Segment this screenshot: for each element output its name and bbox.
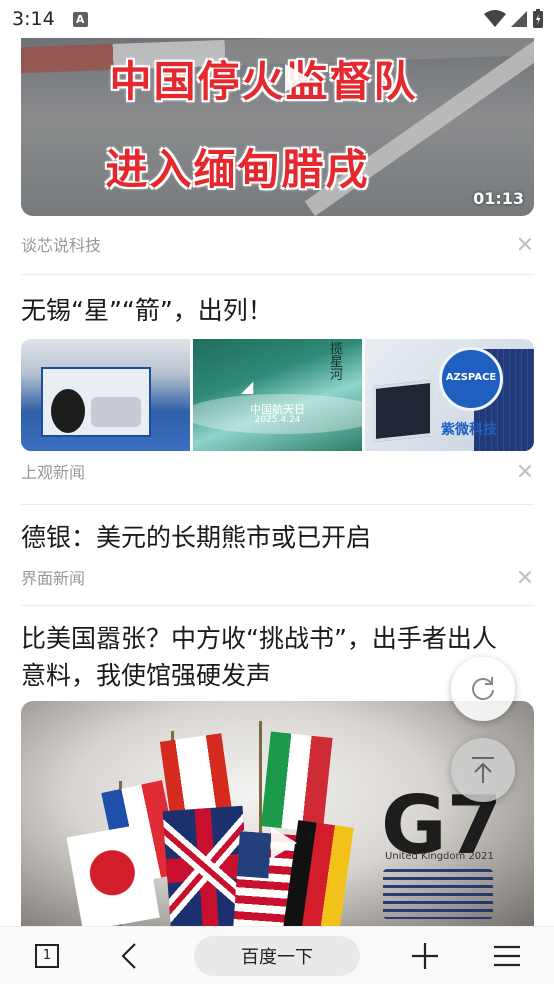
logo-icon: ◢	[241, 377, 254, 396]
status-time: 3:14	[12, 8, 55, 30]
article-source[interactable]: 上观新闻	[21, 459, 85, 483]
flag-italy	[261, 731, 333, 833]
play-icon[interactable]	[259, 821, 303, 865]
image-caption-date: 2025.4.24	[254, 415, 301, 425]
wifi-icon	[484, 10, 506, 27]
article-image[interactable]	[21, 339, 190, 451]
article-meta-row: 上观新闻	[21, 459, 534, 483]
tab-count-icon: 1	[35, 943, 59, 968]
article-meta-row: 界面新闻	[21, 565, 534, 589]
menu-button[interactable]	[490, 939, 524, 973]
chevron-left-icon	[121, 942, 136, 969]
play-icon[interactable]	[275, 58, 315, 98]
article-source[interactable]: 界面新闻	[21, 565, 85, 589]
refresh-button[interactable]	[451, 657, 515, 721]
g7-logo-subtitle: United Kingdom 2021	[385, 851, 494, 862]
article-image[interactable]: AZSPACE 紫微科技	[365, 339, 534, 451]
video-duration: 01:13	[473, 189, 524, 208]
azspace-logo: AZSPACE	[439, 347, 503, 411]
refresh-icon	[472, 677, 494, 701]
status-bar: 3:14 A	[0, 0, 554, 38]
image-brand-text: 紫微科技	[441, 422, 497, 438]
menu-icon	[494, 945, 520, 966]
article-video-thumbnail[interactable]: G7 United Kingdom 2021	[21, 701, 534, 926]
signal-icon	[511, 11, 527, 27]
article-meta-row: 谈芯说科技	[21, 232, 534, 256]
top-video-thumbnail[interactable]: 中国停火监督队 进入缅甸腊戌 01:13	[21, 38, 534, 216]
back-button[interactable]	[112, 939, 146, 973]
video-overlay-text: 进入缅甸腊戌	[105, 145, 370, 194]
article-image-strip[interactable]: ◢ 中国航天日 2025.4.24 揽星河 AZSPACE 紫微科技	[21, 339, 534, 451]
video-overlay-text: 中国停火监督队	[109, 57, 418, 106]
notification-icon: A	[72, 11, 88, 27]
article-title[interactable]: 德银：美元的长期熊市或已开启	[21, 519, 534, 556]
divider	[21, 605, 534, 606]
scroll-to-top-button[interactable]	[451, 738, 515, 802]
divider	[21, 504, 534, 505]
new-tab-button[interactable]	[408, 939, 442, 973]
tabs-button[interactable]: 1	[30, 939, 64, 973]
battery-icon	[533, 9, 543, 28]
article-title[interactable]: 无锡“星”“箭”，出列！	[21, 292, 534, 329]
divider	[21, 274, 534, 275]
dismiss-icon[interactable]	[516, 235, 534, 253]
search-button[interactable]: 百度一下	[194, 935, 360, 976]
article-image[interactable]: ◢ 中国航天日 2025.4.24 揽星河	[193, 339, 362, 451]
image-vertical-text: 揽星河	[330, 342, 344, 383]
bottom-navigation: 1 百度一下	[0, 926, 554, 984]
plus-icon	[412, 942, 438, 969]
article-source[interactable]: 谈芯说科技	[21, 232, 101, 256]
flag-japan	[66, 823, 160, 926]
article-title[interactable]: 比美国嚣张？中方收“挑战书”，出手者出人意料，我使馆强硬发声	[21, 620, 521, 694]
dismiss-icon[interactable]	[516, 462, 534, 480]
arrow-up-icon	[472, 757, 494, 783]
dismiss-icon[interactable]	[516, 568, 534, 586]
